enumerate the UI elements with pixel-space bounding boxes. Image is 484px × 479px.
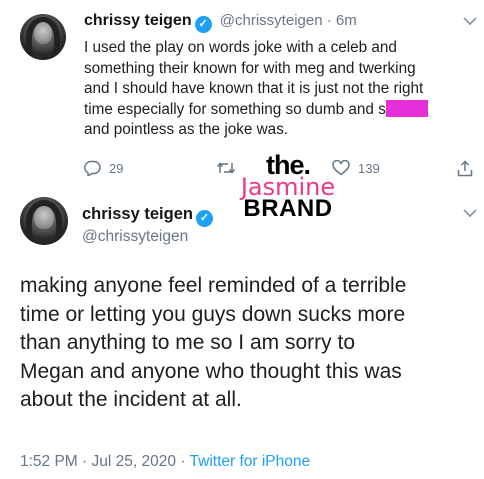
tweet-line: and I should have known that it is just … <box>84 80 424 97</box>
chevron-down-icon[interactable] <box>463 14 477 29</box>
tweet-text: I used the play on words joke with a cel… <box>84 38 474 141</box>
avatar-face <box>34 205 54 229</box>
tweet-text: making anyone feel reminded of a terribl… <box>20 272 475 415</box>
timestamp[interactable]: 6m <box>336 12 357 29</box>
share-button[interactable] <box>457 160 481 177</box>
handle[interactable]: @chrissyteigen <box>220 12 323 29</box>
tweet-header: chrissy teigen ✓ @chrissyteigen · 6m <box>84 12 357 33</box>
watermark-logo: the. Jasmine BRAND <box>228 152 348 221</box>
tweet-time[interactable]: 1:52 PM <box>20 453 78 470</box>
tweet-line: than anything to me so I am sorry to <box>20 331 355 354</box>
tweet-meta: 1:52 PM · Jul 25, 2020 · Twitter for iPh… <box>20 453 310 471</box>
tweet-line: making anyone feel reminded of a terribl… <box>20 274 407 297</box>
tweet-line: about the incident at all. <box>20 388 242 411</box>
tweet-line: time or letting you guys down sucks more <box>20 302 406 326</box>
redaction-block <box>385 99 428 117</box>
avatar[interactable] <box>20 14 66 60</box>
tweet-author: chrissy teigen ✓ <box>82 205 213 227</box>
separator: · <box>180 453 186 470</box>
tweet-line: I used the play on words joke with a cel… <box>84 39 397 56</box>
reply-count: 29 <box>109 160 124 176</box>
tweet-line: something their known for with meg and t… <box>84 59 416 77</box>
like-count: 139 <box>358 160 380 176</box>
tweet-line: Megan and anyone who thought this was <box>20 359 402 383</box>
verified-badge-icon: ✓ <box>195 210 213 227</box>
reply-icon <box>84 160 101 176</box>
tweet-line: and pointless as the joke was. <box>84 121 289 138</box>
avatar-face <box>33 22 53 45</box>
tweet-line: time especially for something so dumb an… <box>84 99 474 121</box>
display-name[interactable]: chrissy teigen <box>82 205 193 223</box>
avatar[interactable] <box>20 197 68 245</box>
display-name[interactable]: chrissy teigen <box>84 12 192 29</box>
verified-badge-icon: ✓ <box>194 16 212 33</box>
handle[interactable]: @chrissyteigen <box>82 228 188 246</box>
separator: · <box>326 12 332 29</box>
chevron-down-icon[interactable] <box>463 206 477 221</box>
tweet-date[interactable]: Jul 25, 2020 <box>92 453 176 470</box>
tweet-source-link[interactable]: Twitter for iPhone <box>190 453 311 470</box>
tweet-line-text: time especially for something so dumb an… <box>84 100 386 118</box>
watermark-line: BRAND <box>243 195 333 222</box>
separator: · <box>82 453 88 470</box>
share-icon <box>457 160 473 177</box>
reply-button[interactable]: 29 <box>84 160 123 176</box>
